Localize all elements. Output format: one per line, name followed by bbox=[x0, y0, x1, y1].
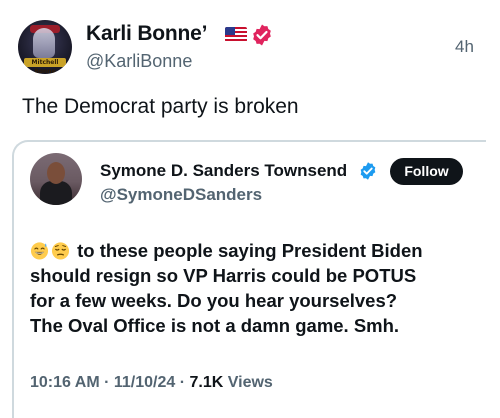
verified-badge-red-icon bbox=[253, 24, 271, 46]
quoted-text-line-3: for a few weeks. Do you hear yourselves? bbox=[30, 290, 398, 311]
post-text: The Democrat party is broken bbox=[22, 95, 299, 118]
quoted-tweet-text: to these people saying President Biden s… bbox=[30, 238, 480, 338]
quoted-text-line-2: should resign so VP Harris could be POTU… bbox=[30, 265, 417, 286]
us-flag-icon bbox=[225, 27, 247, 42]
meta-separator: · bbox=[99, 374, 114, 391]
author-handle[interactable]: @KarliBonne bbox=[86, 51, 192, 72]
avatar-caption: Mitchell Bonne bbox=[24, 58, 66, 74]
author-avatar[interactable]: Mitchell Bonne bbox=[18, 20, 72, 74]
quoted-text-line-1: to these people saying President Biden bbox=[77, 240, 423, 261]
quoted-time[interactable]: 10:16 AM bbox=[30, 374, 100, 391]
relieved-emoji-icon bbox=[51, 242, 70, 260]
quoted-author-name[interactable]: Symone D. Sanders Townsend bbox=[100, 161, 347, 181]
quoted-author-handle[interactable]: @SymoneDSanders bbox=[100, 185, 262, 205]
quoted-tweet-meta: 10:16 AM · 11/10/24 · 7.1K Views bbox=[30, 374, 273, 392]
sweat-smile-emoji-icon bbox=[30, 242, 49, 260]
quoted-author-avatar[interactable] bbox=[30, 153, 82, 205]
views-count[interactable]: 7.1K bbox=[190, 374, 224, 391]
verified-badge-blue-icon bbox=[360, 162, 376, 180]
author-name[interactable]: Karli Bonne’ bbox=[86, 22, 207, 46]
follow-button[interactable]: Follow bbox=[390, 158, 463, 185]
quoted-date[interactable]: 11/10/24 bbox=[114, 374, 175, 391]
views-label: Views bbox=[223, 374, 273, 391]
tweet-screenshot: Mitchell Bonne Karli Bonne’ @KarliBonne … bbox=[0, 0, 500, 418]
post-timestamp[interactable]: 4h bbox=[455, 37, 474, 57]
quoted-text-line-4: The Oval Office is not a damn game. Smh. bbox=[30, 315, 400, 336]
meta-separator: · bbox=[175, 374, 190, 391]
quoted-text-line: to these people saying President Biden bbox=[30, 238, 480, 263]
